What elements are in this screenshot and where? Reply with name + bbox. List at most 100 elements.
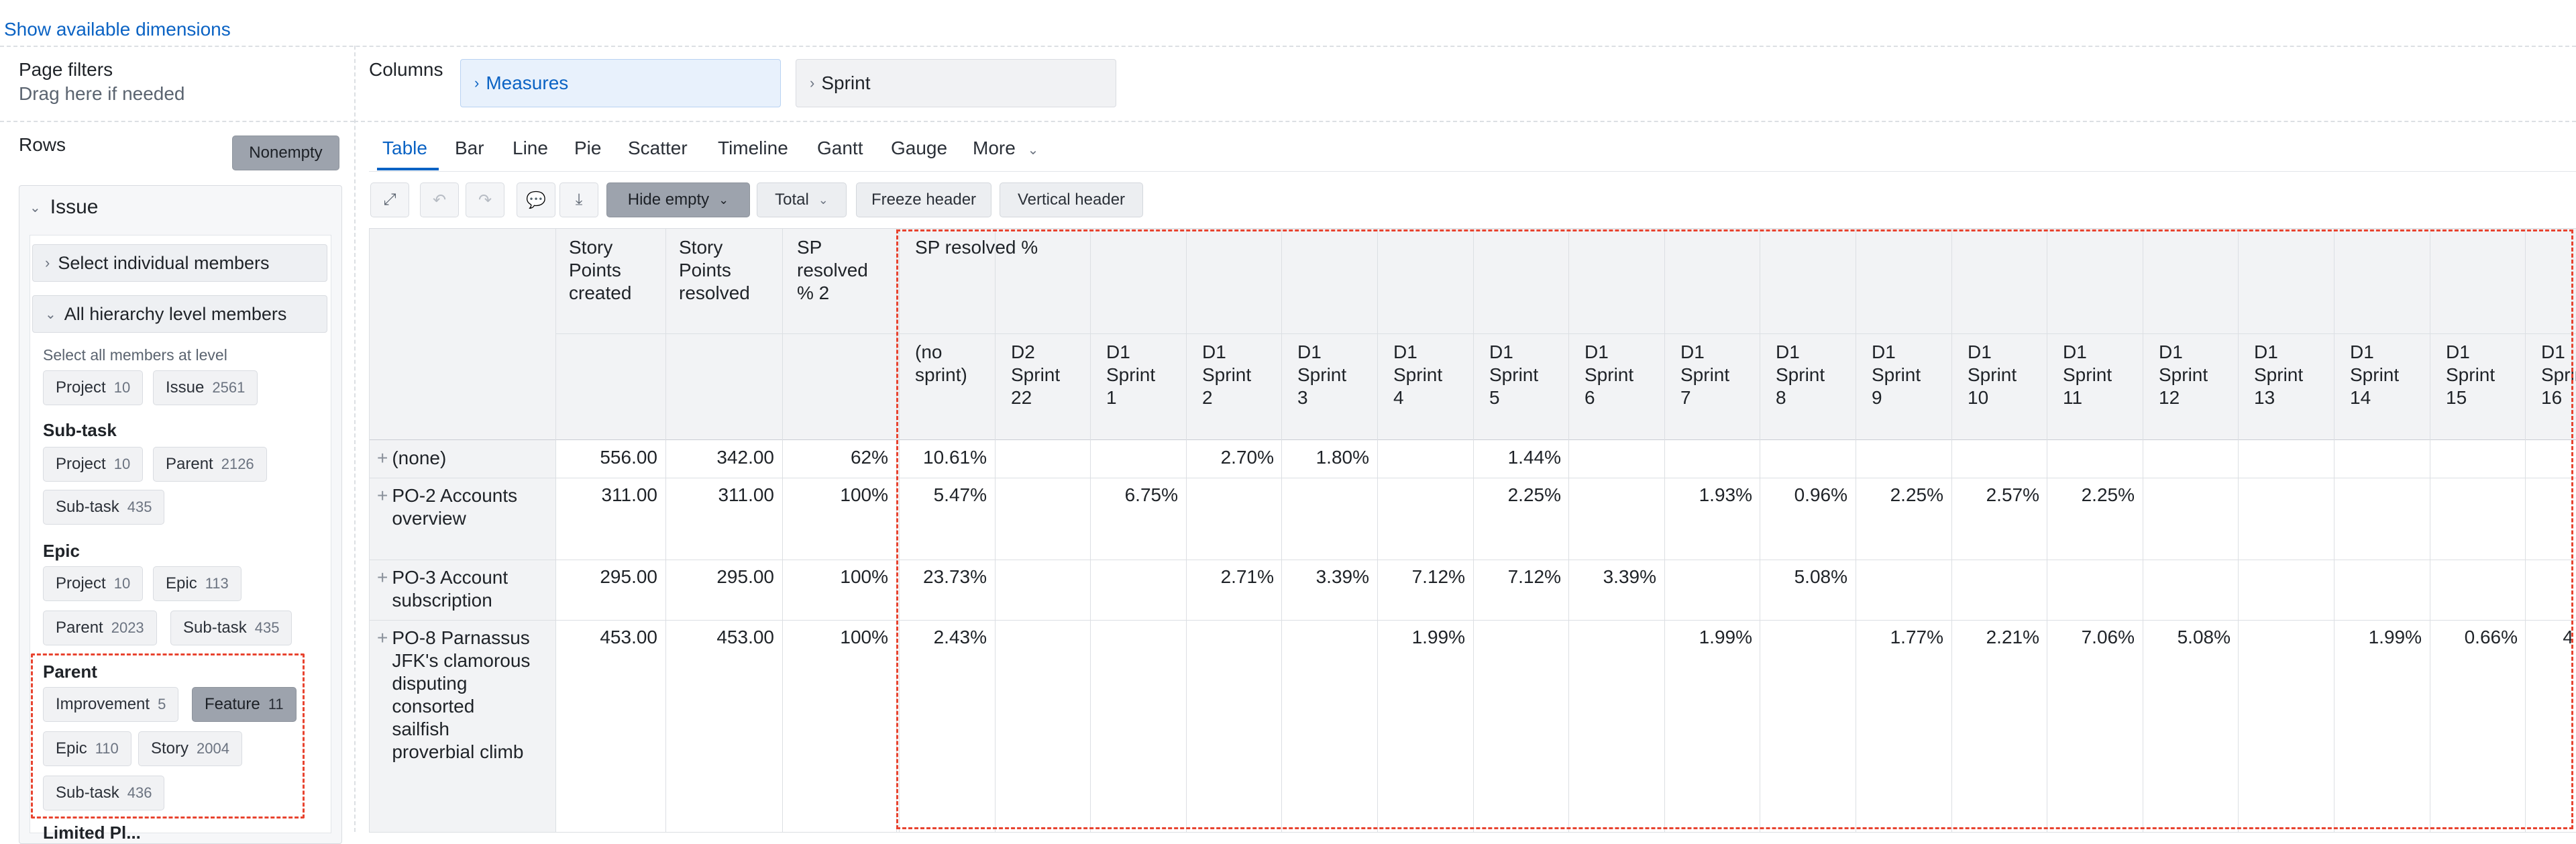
cell-pct2: 100%	[840, 566, 888, 587]
cell-created: 311.00	[601, 484, 657, 505]
level-chip-story[interactable]: Story 2004	[138, 731, 242, 766]
tab-table-underline	[377, 168, 439, 170]
issue-panel-title: Issue	[50, 196, 99, 218]
grid-line	[665, 228, 666, 832]
level-chip-epic[interactable]: Epic 113	[153, 566, 241, 601]
all-hierarchy-level-members[interactable]: ⌄ All hierarchy level members	[32, 295, 327, 333]
row-header[interactable]: + PO-8 Parnassus JFK's clamorous disputin…	[377, 627, 531, 763]
grid-line	[555, 228, 556, 832]
level-chip-parent[interactable]: Parent 2023	[43, 611, 157, 645]
redo-icon[interactable]: ↷	[466, 182, 504, 217]
tab-bar[interactable]: Bar	[455, 138, 484, 159]
group-title-epic: Epic	[43, 541, 80, 561]
tab-table[interactable]: Table	[382, 138, 427, 159]
hide-empty-label: Hide empty	[627, 191, 710, 209]
cell-resolved: 311.00	[718, 484, 774, 505]
expand-icon[interactable]: +	[377, 484, 388, 530]
total-button[interactable]: Total ⌄	[757, 182, 847, 217]
select-individual-label: Select individual members	[58, 252, 270, 273]
header-story-points-resolved: Story Points resolved	[679, 237, 750, 303]
chevron-right-icon: ›	[810, 74, 815, 91]
cut-off-group-title: Limited Pl...	[43, 823, 141, 843]
level-chip-parent[interactable]: Parent 2126	[153, 447, 267, 482]
level-chip-project[interactable]: Project 10	[43, 370, 144, 405]
vertical-header-button[interactable]: Vertical header	[1000, 182, 1143, 217]
level-chip-issue[interactable]: Issue 2561	[153, 370, 258, 405]
row-header[interactable]: + (none)	[377, 447, 531, 470]
tab-more[interactable]: More ⌄	[973, 138, 1038, 159]
cell-created: 453.00	[600, 627, 657, 647]
tabs-divider	[369, 171, 2576, 172]
issue-panel-header[interactable]: ⌄ Issue	[30, 196, 98, 219]
grid-line	[369, 228, 370, 832]
grid-line	[782, 228, 783, 832]
columns-chip-measures[interactable]: › Measures	[460, 59, 781, 107]
tab-scatter[interactable]: Scatter	[628, 138, 688, 159]
all-hierarchy-label: All hierarchy level members	[64, 303, 287, 324]
level-chip-sub-task[interactable]: Sub-task 435	[170, 611, 292, 645]
sprint-columns-highlight	[896, 229, 2573, 829]
level-chip-feature[interactable]: Feature 11	[192, 687, 297, 722]
chevron-right-icon: ›	[45, 254, 50, 271]
divider	[354, 46, 356, 832]
chevron-down-icon: ⌄	[1027, 143, 1039, 158]
divider	[354, 121, 2576, 122]
comment-icon[interactable]: 💬	[517, 182, 555, 217]
chevron-down-icon: ⌄	[45, 307, 56, 322]
chevron-down-icon: ⌄	[30, 200, 41, 215]
page-filters-title: Page filters	[19, 59, 113, 80]
level-chip-sub-task[interactable]: Sub-task 435	[43, 490, 165, 525]
hide-empty-button[interactable]: Hide empty ⌄	[606, 182, 750, 217]
grid-line	[369, 832, 2576, 833]
cell-created: 556.00	[600, 447, 657, 468]
expand-icon[interactable]: +	[377, 566, 388, 612]
cell-pct2: 100%	[840, 627, 888, 647]
nonempty-button[interactable]: Nonempty	[232, 136, 339, 170]
columns-chip-label: Sprint	[821, 72, 871, 93]
cell-pct2: 62%	[850, 447, 888, 468]
row-header[interactable]: + PO-2 Accounts overview	[377, 484, 531, 530]
level-chip-sub-task[interactable]: Sub-task 436	[43, 776, 165, 810]
tab-gauge[interactable]: Gauge	[891, 138, 947, 159]
fullscreen-icon[interactable]: ⤢	[370, 182, 409, 217]
tab-line[interactable]: Line	[513, 138, 548, 159]
header-sp-resolved-pct-2: SP resolved % 2	[797, 237, 868, 303]
select-all-at-level-label: Select all members at level	[43, 346, 227, 364]
expand-icon[interactable]: +	[377, 627, 388, 763]
row-header-label: PO-3 Account subscription	[392, 567, 508, 611]
divider	[0, 46, 2576, 47]
tab-gantt[interactable]: Gantt	[817, 138, 863, 159]
columns-chip-label: Measures	[486, 72, 569, 93]
cell-pct2: 100%	[840, 484, 888, 505]
chevron-down-icon: ⌄	[718, 193, 729, 207]
level-chip-project[interactable]: Project 10	[43, 566, 144, 601]
chevron-down-icon: ⌄	[818, 193, 828, 207]
freeze-header-button[interactable]: Freeze header	[856, 182, 991, 217]
group-title-parent: Parent	[43, 662, 97, 682]
expand-icon[interactable]: +	[377, 447, 388, 470]
row-header[interactable]: + PO-3 Account subscription	[377, 566, 531, 612]
row-header-label: (none)	[392, 447, 447, 468]
rows-label: Rows	[19, 134, 66, 155]
row-header-label: PO-8 Parnassus JFK's clamorous disputing…	[392, 627, 531, 762]
cell-resolved: 295.00	[716, 566, 774, 587]
select-individual-members[interactable]: › Select individual members	[32, 244, 327, 282]
level-chip-epic[interactable]: Epic 110	[43, 731, 131, 766]
columns-label: Columns	[369, 59, 443, 80]
level-chip-project[interactable]: Project 10	[43, 447, 144, 482]
header-story-points-created: Story Points created	[569, 237, 632, 303]
cell-resolved: 342.00	[716, 447, 774, 468]
tab-more-label: More	[973, 138, 1016, 158]
chevron-right-icon: ›	[474, 74, 480, 91]
page-filters-hint: Drag here if needed	[19, 83, 185, 104]
cell-resolved: 453.00	[716, 627, 774, 647]
row-header-label: PO-2 Accounts overview	[392, 485, 518, 529]
download-icon[interactable]: ⤓	[559, 182, 598, 217]
show-dimensions-link[interactable]: Show available dimensions	[4, 19, 231, 40]
level-chip-improvement[interactable]: Improvement 5	[43, 687, 179, 722]
columns-chip-sprint[interactable]: › Sprint	[796, 59, 1116, 107]
cell-created: 295.00	[600, 566, 657, 587]
undo-icon[interactable]: ↶	[420, 182, 459, 217]
tab-timeline[interactable]: Timeline	[718, 138, 788, 159]
tab-pie[interactable]: Pie	[574, 138, 601, 159]
